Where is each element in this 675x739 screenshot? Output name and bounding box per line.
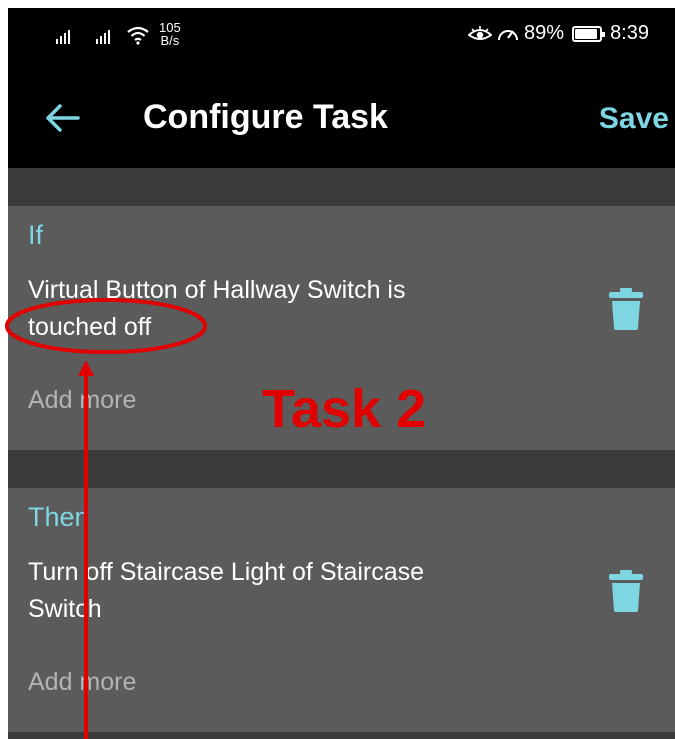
status-time: 8:39 [610, 22, 649, 44]
wifi-icon [127, 26, 149, 45]
net-speed-unit: B/s [160, 33, 180, 48]
delete-action-trash-icon[interactable] [609, 570, 643, 612]
task-content: If Virtual Button of Hallway Switch is t… [8, 168, 675, 739]
speedometer-icon [498, 29, 519, 40]
then-section: Then Turn off Staircase Light of Stairca… [8, 488, 675, 732]
app-bar: Configure Task Save [8, 70, 675, 168]
then-label: Then [28, 502, 90, 532]
section-spacer [8, 732, 675, 739]
status-bar: 105 B/s 89% 8:39 [8, 8, 675, 70]
back-arrow-icon[interactable] [40, 96, 84, 140]
cell-signal-icon [56, 28, 70, 44]
section-spacer [8, 168, 675, 206]
delete-condition-trash-icon[interactable] [609, 288, 643, 330]
page-title: Configure Task [143, 98, 388, 136]
battery-percent: 89% [524, 22, 565, 44]
eye-comfort-icon [468, 25, 493, 40]
status-right: 89% 8:39 [468, 22, 649, 45]
if-label: If [28, 220, 44, 250]
section-spacer [8, 450, 675, 488]
phone-screen: 105 B/s 89% 8:39 Configure Task Save If … [8, 8, 675, 739]
then-action-text[interactable]: Turn off Staircase Light of Staircase Sw… [28, 554, 498, 628]
save-button[interactable]: Save [599, 102, 675, 136]
battery-icon [572, 25, 606, 42]
task-annotation-label: Task 2 [262, 379, 427, 439]
then-add-more-button[interactable]: Add more [28, 668, 136, 697]
if-add-more-button[interactable]: Add more [28, 386, 136, 415]
network-speed: 105 B/s [159, 21, 181, 47]
cell-signal-icon [96, 28, 110, 44]
if-condition-text[interactable]: Virtual Button of Hallway Switch is touc… [28, 272, 498, 346]
